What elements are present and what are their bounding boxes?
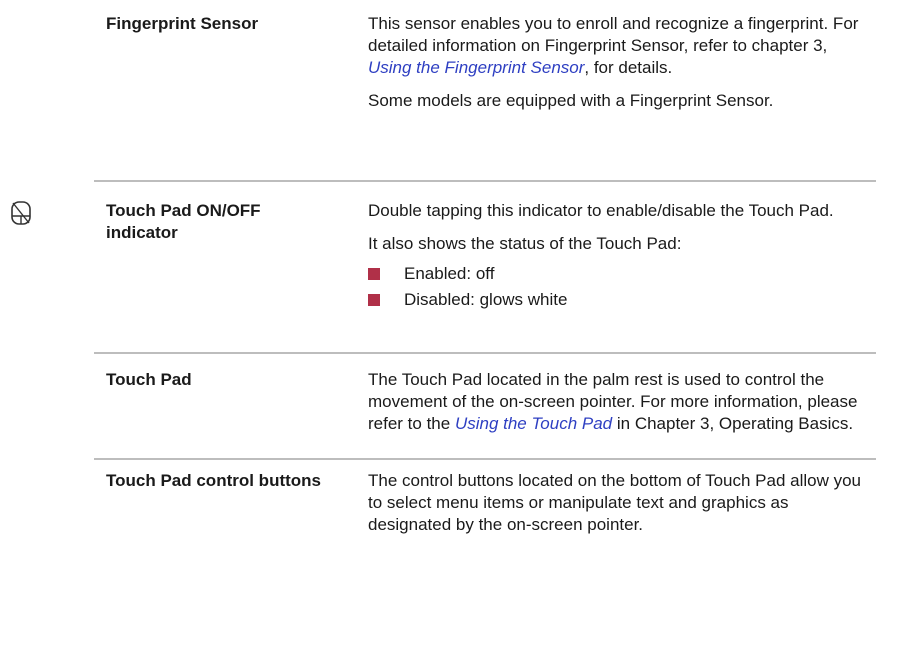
row-divider: [94, 180, 876, 182]
row-divider: [94, 352, 876, 354]
desc-text: , for details.: [584, 58, 673, 77]
term-touchpad: Touch Pad: [106, 370, 192, 389]
desc-touchpad: The Touch Pad located in the palm rest i…: [368, 369, 868, 435]
desc-paragraph: It also shows the status of the Touch Pa…: [368, 234, 682, 253]
desc-paragraph: The Touch Pad located in the palm rest i…: [368, 369, 868, 435]
link-using-fingerprint-sensor[interactable]: Using the Fingerprint Sensor: [368, 58, 584, 77]
desc-text: This sensor enables you to enroll and re…: [368, 14, 859, 55]
term-fingerprint-sensor: Fingerprint Sensor: [106, 14, 259, 33]
desc-text: in Chapter 3, Operating Basics.: [612, 414, 854, 433]
bullet-square-icon: [368, 294, 380, 306]
link-using-touchpad[interactable]: Using the Touch Pad: [455, 414, 612, 433]
desc-paragraph: Double tapping this indicator to enable/…: [368, 201, 834, 220]
bullet-square-icon: [368, 268, 380, 280]
desc-paragraph: Some models are equipped with a Fingerpr…: [368, 91, 774, 110]
desc-touchpad-control-buttons: The control buttons located on the botto…: [368, 470, 868, 536]
list-item: Enabled: off: [368, 263, 868, 285]
status-list: Enabled: off Disabled: glows white: [368, 263, 868, 311]
list-item-text: Enabled: off: [404, 264, 495, 283]
desc-fingerprint-sensor: This sensor enables you to enroll and re…: [368, 13, 868, 112]
term-touchpad-control-buttons: Touch Pad control buttons: [106, 471, 321, 490]
desc-paragraph: This sensor enables you to enroll and re…: [368, 13, 868, 79]
desc-paragraph: The control buttons located on the botto…: [368, 471, 861, 534]
term-touchpad-indicator: Touch Pad ON/OFF indicator: [106, 201, 261, 242]
row-divider: [94, 458, 876, 460]
list-item: Disabled: glows white: [368, 289, 868, 311]
desc-touchpad-indicator: Double tapping this indicator to enable/…: [368, 200, 868, 315]
touchpad-indicator-icon: [11, 201, 31, 225]
list-item-text: Disabled: glows white: [404, 290, 568, 309]
